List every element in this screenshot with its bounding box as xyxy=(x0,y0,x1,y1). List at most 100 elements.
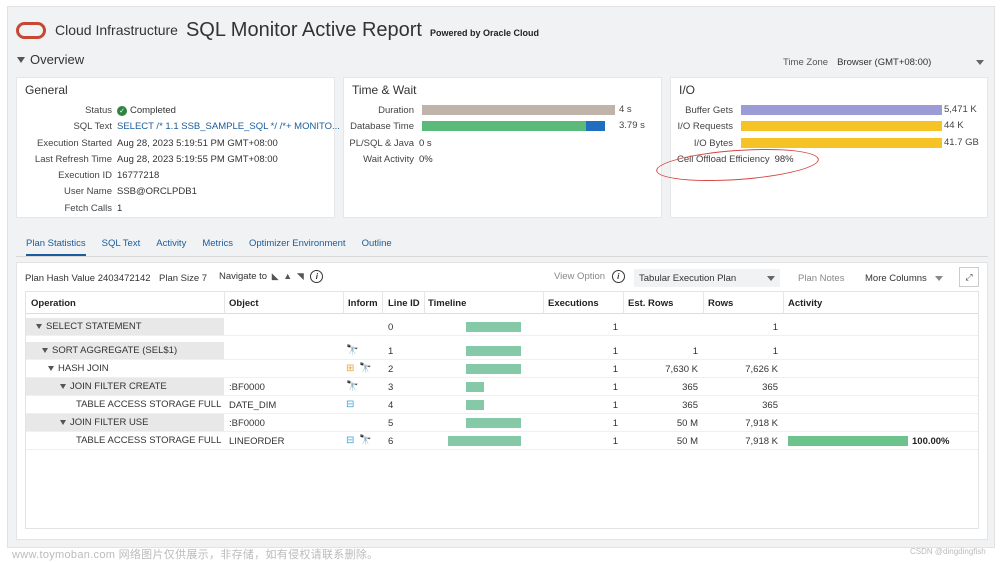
storage-filter-icon[interactable]: ⊟ xyxy=(346,399,354,410)
view-option: View Option i xyxy=(554,270,625,283)
table-row[interactable]: SELECT STATEMENT 0 1 1 xyxy=(26,318,978,336)
fetch-calls-label: Fetch Calls xyxy=(64,202,112,214)
info-icon[interactable]: i xyxy=(310,270,324,283)
tab-outline[interactable]: Outline xyxy=(362,238,392,256)
collapse-triangle-icon[interactable] xyxy=(48,366,54,371)
navigate-last-icon[interactable]: ◥ xyxy=(297,271,304,281)
collapse-triangle-icon[interactable] xyxy=(60,420,66,425)
duration-label: Duration xyxy=(378,104,414,116)
exec-started-value: Aug 28, 2023 5:19:51 PM GMT+08:00 xyxy=(117,137,278,149)
user-name-row: User Name SSB@ORCLPDB1 xyxy=(17,184,197,198)
object-cell: :BF0000 xyxy=(229,418,265,429)
wait-activity-row: Wait Activity 0% xyxy=(344,152,433,166)
table-row[interactable]: HASH JOIN ⊞ 🔭 2 1 7,630 K 7,626 K xyxy=(26,360,978,378)
watermark: www.toymoban.com 网络图片仅供展示，非存储，如有侵权请联系删除。 xyxy=(12,549,379,561)
exec-id-value: 16777218 xyxy=(117,169,160,181)
fetch-calls-value: 1 xyxy=(117,202,123,214)
view-option-select[interactable]: Tabular Execution Plan xyxy=(634,269,780,287)
view-option-info-icon[interactable]: i xyxy=(611,270,625,283)
collapse-triangle-icon[interactable] xyxy=(60,384,66,389)
exec-id-row: Execution ID 16777218 xyxy=(17,168,159,182)
col-object[interactable]: Object xyxy=(229,298,259,309)
activity-value: 100.00% xyxy=(912,436,950,447)
timeline-bar xyxy=(466,364,521,374)
powered-by: Powered by Oracle Cloud xyxy=(429,28,540,38)
report-title: SQL Monitor Active Report xyxy=(185,18,422,41)
col-line-id[interactable]: Line ID xyxy=(388,298,420,309)
line-id-cell: 2 xyxy=(388,364,394,375)
table-row[interactable]: JOIN FILTER USE :BF0000 5 1 50 M 7,918 K xyxy=(26,414,978,432)
sql-text-link[interactable]: SELECT /* 1.1 SSB_SAMPLE_SQL */ /*+ MONI… xyxy=(117,121,340,132)
last-refresh-label: Last Refresh Time xyxy=(34,153,112,165)
tab-optimizer-environment[interactable]: Optimizer Environment xyxy=(249,238,346,256)
db-time-cpu-bar xyxy=(422,121,586,131)
exec-started-row: Execution Started Aug 28, 2023 5:19:51 P… xyxy=(17,136,278,150)
overview-label: Overview xyxy=(30,52,85,67)
col-est-rows[interactable]: Est. Rows xyxy=(628,298,673,309)
io-panel: I/O Buffer Gets 5,471 K I/O Requests 44 … xyxy=(670,77,988,218)
io-requests-bar xyxy=(741,121,942,131)
col-activity[interactable]: Activity xyxy=(788,298,822,309)
storage-filter-icon[interactable]: ⊟ xyxy=(346,435,354,446)
rows-cell: 1 xyxy=(772,346,778,357)
expand-icon[interactable]: ⤢ xyxy=(959,267,979,287)
est-rows-cell: 50 M xyxy=(676,418,698,429)
wait-activity-label: Wait Activity xyxy=(363,153,414,165)
binoculars-icon[interactable]: 🔭 xyxy=(346,345,358,356)
executions-cell: 1 xyxy=(612,346,618,357)
rows-cell: 7,918 K xyxy=(745,436,778,447)
collapse-triangle-icon[interactable] xyxy=(36,324,42,329)
hash-join-info-icon[interactable]: ⊞ xyxy=(346,363,354,374)
plan-notes-button[interactable]: Plan Notes xyxy=(798,273,844,284)
table-header: Operation Object Inform Line ID Timeline… xyxy=(26,292,978,314)
chevron-down-icon xyxy=(767,275,775,281)
operation-cell: SORT AGGREGATE (SEL$1) xyxy=(26,342,224,359)
col-timeline[interactable]: Timeline xyxy=(428,298,466,309)
table-row[interactable]: SORT AGGREGATE (SEL$1) 🔭 1 1 1 1 xyxy=(26,342,978,360)
timeline-bar xyxy=(466,400,484,410)
col-executions[interactable]: Executions xyxy=(548,298,599,309)
exec-started-label: Execution Started xyxy=(37,137,112,149)
time-zone-value: Browser (GMT+08:00) xyxy=(837,56,932,68)
view-option-label: View Option xyxy=(554,271,606,283)
tab-bar: Plan Statistics SQL Text Activity Metric… xyxy=(26,238,408,256)
sql-text-label: SQL Text xyxy=(73,120,112,132)
est-rows-cell: 365 xyxy=(682,400,698,411)
navigate-up-icon[interactable]: ▲ xyxy=(283,271,292,281)
binoculars-icon[interactable]: 🔭 xyxy=(346,381,358,392)
col-operation[interactable]: Operation xyxy=(31,298,76,309)
io-requests-value: 44 K xyxy=(944,120,964,131)
operation-cell: HASH JOIN xyxy=(26,360,224,377)
duration-row: Duration xyxy=(344,103,414,117)
line-id-cell: 6 xyxy=(388,436,394,447)
binoculars-icon[interactable]: 🔭 xyxy=(359,435,371,446)
tab-sql-text[interactable]: SQL Text xyxy=(102,238,141,256)
last-refresh-row: Last Refresh Time Aug 28, 2023 5:19:55 P… xyxy=(17,152,278,166)
tab-activity[interactable]: Activity xyxy=(156,238,186,256)
overview-toggle[interactable]: Overview xyxy=(17,52,84,67)
plan-hash: Plan Hash Value 2403472142 xyxy=(25,273,151,284)
plan-statistics-panel: Plan Hash Value 2403472142 Plan Size 7 N… xyxy=(16,262,988,540)
table-row[interactable]: TABLE ACCESS STORAGE FULL (SEL$ LINEORDE… xyxy=(26,432,978,450)
col-rows[interactable]: Rows xyxy=(708,298,733,309)
binoculars-icon[interactable]: 🔭 xyxy=(359,363,371,374)
more-columns-button[interactable]: More Columns xyxy=(865,273,944,284)
col-inform[interactable]: Inform xyxy=(348,298,378,309)
operation-cell: TABLE ACCESS STORAGE FULL (SEL$ xyxy=(76,399,224,410)
executions-cell: 1 xyxy=(612,382,618,393)
time-zone-select[interactable]: Browser (GMT+08:00) xyxy=(834,54,989,70)
activity-bar xyxy=(788,436,908,446)
collapse-triangle-icon[interactable] xyxy=(42,348,48,353)
line-id-cell: 5 xyxy=(388,418,394,429)
navigate-first-icon[interactable]: ◣ xyxy=(272,271,279,281)
more-columns-label: More Columns xyxy=(865,273,927,284)
table-row[interactable]: JOIN FILTER CREATE :BF0000 🔭 3 1 365 365 xyxy=(26,378,978,396)
time-wait-title: Time & Wait xyxy=(352,83,417,97)
line-id-cell: 4 xyxy=(388,400,394,411)
tab-metrics[interactable]: Metrics xyxy=(202,238,233,256)
operation-cell: TABLE ACCESS STORAGE FULL (SEL$ xyxy=(76,435,224,446)
watermark-credit: CSDN @dingdingfish xyxy=(910,547,986,556)
plsql-label: PL/SQL & Java xyxy=(349,137,414,149)
table-row[interactable]: TABLE ACCESS STORAGE FULL (SEL$ DATE_DIM… xyxy=(26,396,978,414)
tab-plan-statistics[interactable]: Plan Statistics xyxy=(26,238,86,256)
